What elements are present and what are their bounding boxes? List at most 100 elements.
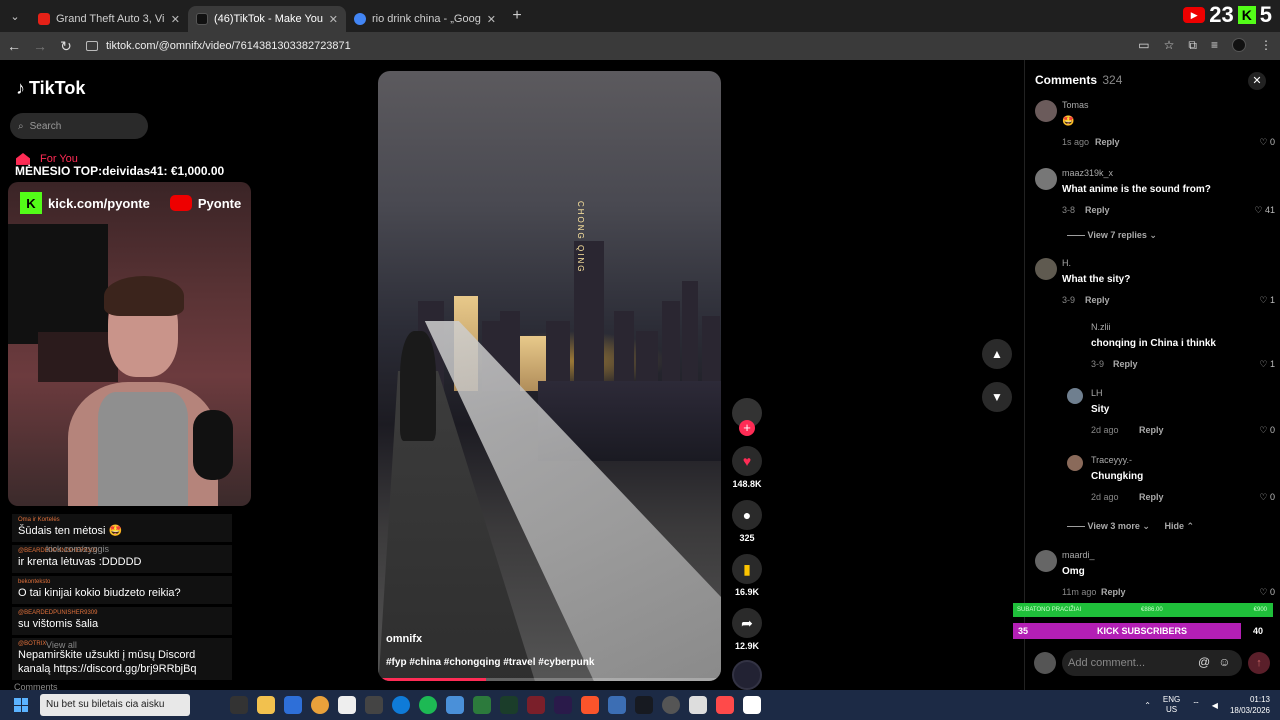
app-icon[interactable] <box>473 696 491 714</box>
tray-overflow-icon[interactable]: ⌃ <box>1144 701 1151 710</box>
comment-like-button[interactable]: ♡ 0 <box>1259 425 1275 436</box>
commenter-avatar[interactable] <box>1035 100 1057 122</box>
comment-user[interactable]: N.zlii <box>1091 322 1111 332</box>
video-hashtags[interactable]: #fyp #china #chongqing #travel #cyberpun… <box>386 657 594 668</box>
photos-icon[interactable] <box>446 696 464 714</box>
address-bar[interactable]: tiktok.com/@omnifx/video/761438130338272… <box>86 40 351 52</box>
reply-button[interactable]: Reply <box>1095 137 1120 147</box>
reply-button[interactable]: Reply <box>1085 205 1110 215</box>
close-tab-icon[interactable]: ✕ <box>171 13 180 26</box>
spotify-icon[interactable] <box>419 696 437 714</box>
store-icon[interactable] <box>284 696 302 714</box>
share-button[interactable]: ➦ <box>732 608 762 638</box>
commenter-avatar[interactable] <box>1067 388 1083 404</box>
app-icon[interactable] <box>743 696 761 714</box>
clock[interactable]: 01:13 18/03/2026 <box>1230 694 1270 716</box>
comment-user[interactable]: Traceyyy.- <box>1091 455 1132 465</box>
commenter-avatar[interactable] <box>1035 550 1057 572</box>
app-icon[interactable] <box>608 696 626 714</box>
windows-start-icon[interactable] <box>14 698 28 712</box>
emoji-icon[interactable]: ☺ <box>1218 655 1230 669</box>
chrome-icon[interactable] <box>311 696 329 714</box>
app-icon[interactable] <box>500 696 518 714</box>
comment-like-button[interactable]: ♡ 0 <box>1259 492 1275 503</box>
save-button[interactable]: ▮ <box>732 554 762 584</box>
comment-like-button[interactable]: ♡ 41 <box>1254 205 1275 216</box>
heart-outline-icon: ♡ <box>1259 295 1268 305</box>
volume-icon[interactable]: ◀ <box>1212 701 1218 710</box>
comment-like-button[interactable]: ♡ 0 <box>1259 587 1275 598</box>
close-tab-icon[interactable]: ✕ <box>329 13 338 26</box>
app-icon[interactable] <box>365 696 383 714</box>
comment-like-button[interactable]: ♡ 0 <box>1259 137 1275 148</box>
tab-tiktok[interactable]: (46)TikTok - Make Your Day ✕ <box>188 6 346 32</box>
like-button[interactable]: ♥ <box>732 446 762 476</box>
task-view-icon[interactable] <box>230 696 248 714</box>
back-arrow-icon[interactable]: ← <box>2 38 26 54</box>
chevron-down-icon: ▼ <box>991 390 1003 404</box>
reply-button[interactable]: Reply <box>1139 425 1164 435</box>
edge-icon[interactable] <box>392 696 410 714</box>
wifi-icon[interactable]: ⌔ <box>1192 700 1200 710</box>
view-replies-button[interactable]: —— View 7 replies ⌄ <box>1067 230 1157 241</box>
file-explorer-icon[interactable] <box>257 696 275 714</box>
video-progress-bar[interactable] <box>382 678 717 681</box>
comment-like-button[interactable]: ♡ 1 <box>1259 295 1275 306</box>
comment-like-button[interactable]: ♡ 1 <box>1259 359 1275 370</box>
comment-text: What anime is the sound from? <box>1062 184 1211 195</box>
extensions-icon[interactable]: ⧉ <box>1188 38 1197 53</box>
app-icon[interactable] <box>716 696 734 714</box>
video-player[interactable]: CHONG QING omnifx #fyp #china #chongqing… <box>378 71 721 681</box>
music-disc-icon[interactable] <box>732 660 762 690</box>
reading-list-icon[interactable]: ≡ <box>1211 38 1218 53</box>
tab-google[interactable]: rio drink china - „Google“ paie ✕ <box>346 6 504 32</box>
forward-arrow-icon[interactable]: → <box>28 38 52 54</box>
language-indicator[interactable]: ENG US <box>1163 695 1180 715</box>
commenter-avatar[interactable] <box>1035 168 1057 190</box>
previous-video-button[interactable]: ▲ <box>982 339 1012 369</box>
comment-button[interactable]: ● <box>732 500 762 530</box>
steam-icon[interactable] <box>635 696 653 714</box>
comment-user[interactable]: Tomas <box>1062 100 1089 110</box>
comment-time: 3-8 <box>1062 205 1076 215</box>
post-comment-button[interactable]: ↑ <box>1248 652 1270 674</box>
site-info-icon[interactable] <box>86 41 98 51</box>
notepad-icon[interactable] <box>338 696 356 714</box>
comment-user[interactable]: H. <box>1062 258 1071 268</box>
view-more-replies-button[interactable]: —— View 3 more ⌄ Hide ⌃ <box>1067 521 1194 532</box>
commenter-avatar[interactable] <box>1067 455 1083 471</box>
next-video-button[interactable]: ▼ <box>982 382 1012 412</box>
bookmark-star-icon[interactable]: ☆ <box>1164 38 1175 53</box>
tab-gta[interactable]: Grand Theft Auto 3, Vice City & ✕ <box>30 6 188 32</box>
menu-kebab-icon[interactable]: ⋮ <box>1260 38 1272 53</box>
video-author[interactable]: omnifx <box>386 633 422 645</box>
mention-icon[interactable]: @ <box>1198 655 1210 669</box>
close-comments-button[interactable]: ✕ <box>1248 72 1266 90</box>
brave-icon[interactable] <box>581 696 599 714</box>
search-input[interactable]: ⌕ Search <box>10 113 148 139</box>
cast-icon[interactable]: ▭ <box>1138 38 1149 53</box>
premiere-icon[interactable] <box>554 696 572 714</box>
reply-button[interactable]: Reply <box>1139 492 1164 502</box>
taskbar-search[interactable]: Nu bet su biletais cia aisku <box>40 694 190 716</box>
tiktok-logo[interactable]: ♪ TikTok <box>16 78 85 99</box>
reply-button[interactable]: Reply <box>1113 359 1138 369</box>
profile-avatar[interactable] <box>1232 38 1246 52</box>
app-icon[interactable] <box>527 696 545 714</box>
reply-button[interactable]: Reply <box>1085 295 1110 305</box>
reload-icon[interactable]: ↻ <box>54 38 78 55</box>
comment-user[interactable]: maardi_ <box>1062 550 1095 560</box>
app-icon[interactable] <box>689 696 707 714</box>
close-tab-icon[interactable]: ✕ <box>487 13 496 26</box>
chat-message: bekonteksto O tai kinijai kokio biudzeto… <box>12 576 232 604</box>
commenter-avatar[interactable] <box>1035 258 1057 280</box>
hide-replies-button[interactable]: Hide <box>1164 521 1184 531</box>
obs-icon[interactable] <box>662 696 680 714</box>
my-avatar[interactable] <box>1034 652 1056 674</box>
comment-user[interactable]: LH <box>1091 388 1103 398</box>
comment-user[interactable]: maaz319k_x <box>1062 168 1113 178</box>
new-tab-button[interactable]: + <box>504 7 530 25</box>
follow-plus-icon[interactable]: + <box>739 420 755 436</box>
reply-button[interactable]: Reply <box>1101 587 1126 597</box>
tab-search-icon[interactable]: ⌄ <box>0 0 30 32</box>
